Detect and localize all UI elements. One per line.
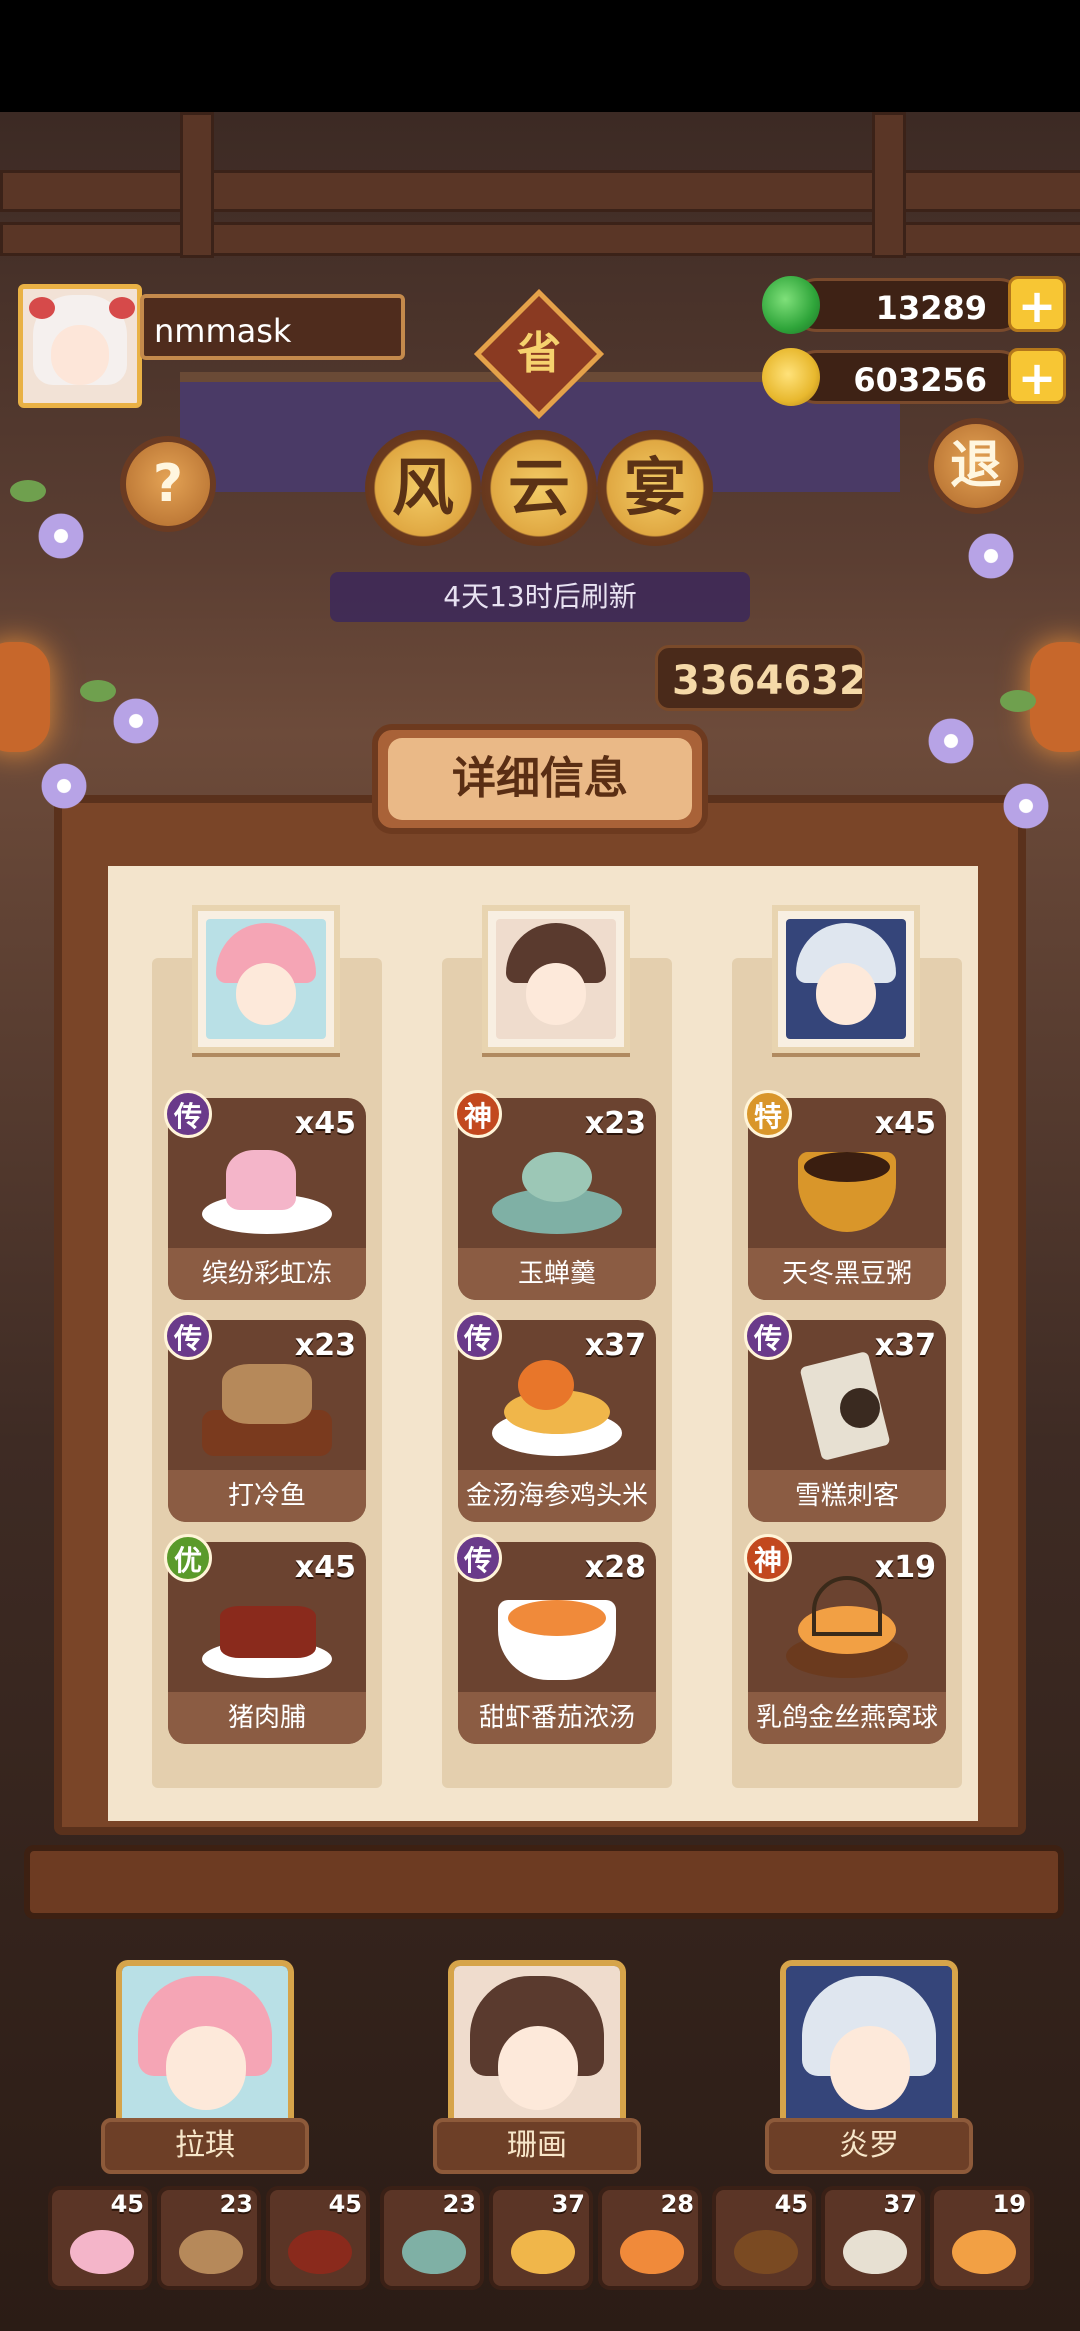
- tray-dish-slot[interactable]: 28: [598, 2186, 702, 2290]
- dish-icon: [492, 1132, 622, 1242]
- gold-counter: 603256: [790, 350, 1026, 404]
- flower-decoration: [38, 760, 90, 812]
- grade-badge: 优: [164, 1534, 212, 1582]
- detail-title: 详细信息: [372, 724, 708, 834]
- event-title-char: 宴: [597, 430, 713, 546]
- leaf-decoration: [1000, 690, 1036, 712]
- dish-icon: [843, 2230, 907, 2274]
- dish-name: 金汤海参鸡头米: [458, 1470, 656, 1522]
- dish-icon: [734, 2230, 798, 2274]
- dish-icon: [70, 2230, 134, 2274]
- dish-card[interactable]: 神 x23 玉蝉羹: [454, 1090, 656, 1300]
- gold-coin-icon: [762, 348, 820, 406]
- dish-name: 天冬黑豆粥: [748, 1248, 946, 1300]
- chef-portrait[interactable]: [772, 905, 920, 1053]
- tray-dish-slot[interactable]: 23: [380, 2186, 484, 2290]
- tray-dish-slot[interactable]: 19: [930, 2186, 1034, 2290]
- refresh-timer: 4天13时后刷新: [330, 572, 750, 622]
- tray-dish-slot[interactable]: 45: [712, 2186, 816, 2290]
- dish-card[interactable]: 优 x45 猪肉脯: [164, 1534, 366, 1744]
- grade-badge: 传: [164, 1090, 212, 1138]
- dish-icon: [288, 2230, 352, 2274]
- dish-card[interactable]: 传 x37 金汤海参鸡头米: [454, 1312, 656, 1522]
- dish-icon: [202, 1354, 332, 1464]
- dish-icon: [511, 2230, 575, 2274]
- flower-decoration: [925, 715, 977, 767]
- roof-beam: [872, 112, 906, 258]
- dish-icon: [782, 1350, 912, 1464]
- exit-button[interactable]: 退: [928, 418, 1024, 514]
- tray-dish-slot[interactable]: 45: [48, 2186, 152, 2290]
- grade-badge: 传: [454, 1312, 502, 1360]
- dish-icon: [179, 2230, 243, 2274]
- tray-dish-slot[interactable]: 37: [489, 2186, 593, 2290]
- dish-card[interactable]: 神 x19 乳鸽金丝燕窝球: [744, 1534, 946, 1744]
- chef-portrait[interactable]: [482, 905, 630, 1053]
- help-button[interactable]: ?: [120, 436, 216, 532]
- lantern: [0, 642, 50, 752]
- chef-name: 拉琪: [101, 2118, 309, 2174]
- grade-badge: 传: [164, 1312, 212, 1360]
- chef-name: 炎罗: [765, 2118, 973, 2174]
- dish-icon: [402, 2230, 466, 2274]
- scroll-rod: [24, 1845, 1064, 1919]
- chef-card[interactable]: [780, 1960, 958, 2130]
- jade-coin-icon: [762, 276, 820, 334]
- chef-card[interactable]: [448, 1960, 626, 2130]
- flower-decoration: [35, 510, 87, 562]
- roof-beam: [0, 222, 1080, 256]
- dish-card[interactable]: 传 x37 雪糕刺客: [744, 1312, 946, 1522]
- flower-decoration: [110, 695, 162, 747]
- dish-icon: [782, 1132, 912, 1242]
- dish-icon: [202, 1576, 332, 1686]
- dish-name: 玉蝉羹: [458, 1248, 656, 1300]
- roof-beam: [0, 170, 1080, 212]
- dish-icon: [492, 1576, 622, 1686]
- dish-card[interactable]: 特 x45 天冬黑豆粥: [744, 1090, 946, 1300]
- leaf-decoration: [10, 480, 46, 502]
- grade-badge: 传: [744, 1312, 792, 1360]
- grade-badge: 特: [744, 1090, 792, 1138]
- tray-dish-slot[interactable]: 45: [266, 2186, 370, 2290]
- dish-icon: [202, 1132, 332, 1242]
- lantern: [1030, 642, 1080, 752]
- flower-decoration: [965, 530, 1017, 582]
- tray-dish-slot[interactable]: 23: [157, 2186, 261, 2290]
- jade-counter: 13289: [790, 278, 1026, 332]
- dish-icon: [492, 1354, 622, 1464]
- dish-card[interactable]: 传 x23 打冷鱼: [164, 1312, 366, 1522]
- dish-icon: [620, 2230, 684, 2274]
- tray-dish-slot[interactable]: 37: [821, 2186, 925, 2290]
- status-bar: [0, 0, 1080, 112]
- grade-badge: 传: [454, 1534, 502, 1582]
- dish-name: 猪肉脯: [168, 1692, 366, 1744]
- grade-badge: 神: [454, 1090, 502, 1138]
- dish-name: 乳鸽金丝燕窝球: [748, 1692, 946, 1744]
- dish-name: 打冷鱼: [168, 1470, 366, 1522]
- roof-beam: [180, 112, 214, 258]
- event-title-char: 风: [365, 430, 481, 546]
- flower-decoration: [1000, 780, 1052, 832]
- grade-badge: 神: [744, 1534, 792, 1582]
- player-name: nmmask: [140, 294, 405, 360]
- add-gold-button[interactable]: +: [1008, 348, 1066, 405]
- dish-name: 雪糕刺客: [748, 1470, 946, 1522]
- chef-portrait[interactable]: [192, 905, 340, 1053]
- chef-card[interactable]: [116, 1960, 294, 2130]
- dish-card[interactable]: 传 x45 缤纷彩虹冻: [164, 1090, 366, 1300]
- dish-name: 缤纷彩虹冻: [168, 1248, 366, 1300]
- dish-card[interactable]: 传 x28 甜虾番茄浓汤: [454, 1534, 656, 1744]
- chef-name: 珊画: [433, 2118, 641, 2174]
- dish-name: 甜虾番茄浓汤: [458, 1692, 656, 1744]
- dish-icon: [952, 2230, 1016, 2274]
- player-avatar[interactable]: [18, 284, 142, 408]
- leaf-decoration: [80, 680, 116, 702]
- add-jade-button[interactable]: +: [1008, 276, 1066, 333]
- event-title-char: 云: [481, 430, 597, 546]
- dish-icon: [782, 1576, 912, 1686]
- score-display: 3364632: [655, 645, 865, 711]
